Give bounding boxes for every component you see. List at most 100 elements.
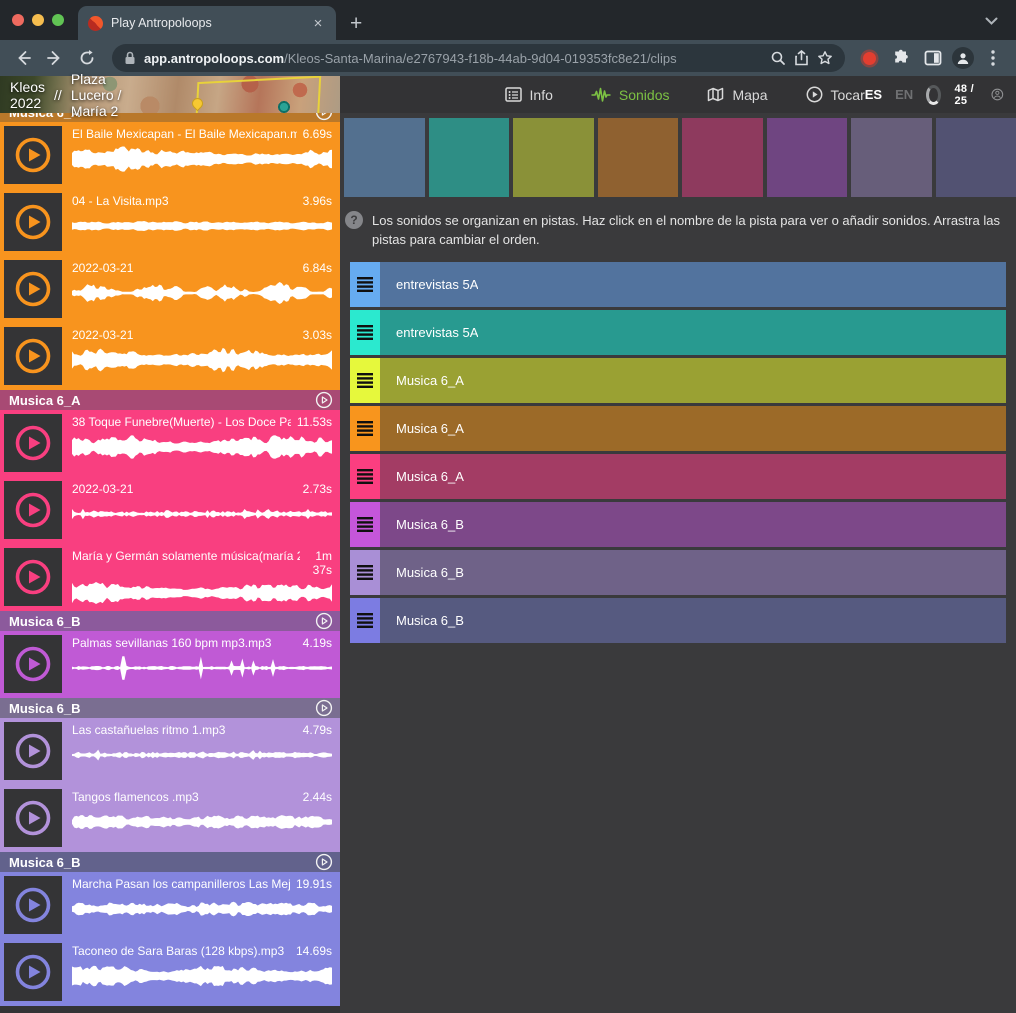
track-row[interactable]: Musica 6_A <box>350 358 1006 403</box>
track-drag-handle[interactable] <box>350 358 380 403</box>
clip-row[interactable]: Marcha Pasan los campanilleros Las Mejor… <box>0 872 340 939</box>
tab-close-icon[interactable]: × <box>310 16 326 31</box>
track-color-swatch[interactable] <box>936 118 1016 197</box>
section-play-icon[interactable] <box>315 113 333 121</box>
clip-row[interactable]: El Baile Mexicapan - El Baile Mexicapan.… <box>0 122 340 189</box>
section-play-icon[interactable] <box>315 391 333 409</box>
zoom-window-button[interactable] <box>52 14 64 26</box>
clip-play-button[interactable] <box>4 414 62 472</box>
section-play-button[interactable] <box>315 853 333 871</box>
track-color-swatch[interactable] <box>851 118 932 197</box>
clip-row[interactable]: Tangos flamencos .mp32.44s <box>0 785 340 852</box>
lang-es-button[interactable]: ES <box>865 87 882 102</box>
track-drag-handle[interactable] <box>350 262 380 307</box>
track-row-body[interactable]: entrevistas 5A <box>380 262 1006 307</box>
track-row[interactable]: Musica 6_B <box>350 502 1006 547</box>
track-row[interactable]: Musica 6_A <box>350 406 1006 451</box>
track-color-swatch[interactable] <box>513 118 594 197</box>
section-play-icon[interactable] <box>315 699 333 717</box>
track-row-body[interactable]: Musica 6_A <box>380 358 1006 403</box>
nav-tab-info[interactable]: Info <box>505 87 553 103</box>
clip-row[interactable]: Las castañuelas ritmo 1.mp34.79s <box>0 718 340 785</box>
section-play-icon[interactable] <box>315 612 333 630</box>
track-drag-handle[interactable] <box>350 550 380 595</box>
clip-play-button[interactable] <box>4 260 62 318</box>
track-row[interactable]: entrevistas 5A <box>350 310 1006 355</box>
track-section-header[interactable]: Musica 6_B <box>0 698 340 718</box>
clip-play-button[interactable] <box>4 481 62 539</box>
track-color-swatch[interactable] <box>344 118 425 197</box>
section-play-icon[interactable] <box>315 853 333 871</box>
track-row[interactable]: Musica 6_B <box>350 550 1006 595</box>
profile-avatar[interactable] <box>952 47 974 69</box>
clip-row[interactable]: 38 Toque Funebre(Muerte) - Los Doce Par.… <box>0 410 340 477</box>
extensions-puzzle-icon[interactable] <box>888 45 914 71</box>
clip-play-button[interactable] <box>4 548 62 606</box>
track-row-body[interactable]: Musica 6_B <box>380 502 1006 547</box>
track-row-body[interactable]: Musica 6_B <box>380 598 1006 643</box>
clip-row[interactable]: María y Germán solamente música(maría 2.… <box>0 544 340 611</box>
breadcrumb-page[interactable]: Plaza Lucero / María 2 <box>71 71 140 119</box>
clip-row[interactable]: Palmas sevillanas 160 bpm mp3.mp34.19s <box>0 631 340 698</box>
section-play-button[interactable] <box>315 612 333 630</box>
clip-play-button[interactable] <box>4 876 62 934</box>
track-color-swatch[interactable] <box>429 118 510 197</box>
clip-row[interactable]: 2022-03-212.73s <box>0 477 340 544</box>
section-play-button[interactable] <box>315 391 333 409</box>
minimize-window-button[interactable] <box>32 14 44 26</box>
waveform <box>72 499 332 529</box>
tab-search-chevron-icon[interactable] <box>985 12 998 30</box>
close-window-button[interactable] <box>12 14 24 26</box>
lock-icon[interactable] <box>124 51 136 65</box>
browser-menu-icon[interactable] <box>980 45 1006 71</box>
track-drag-handle[interactable] <box>350 454 380 499</box>
track-drag-handle[interactable] <box>350 406 380 451</box>
track-row[interactable]: Musica 6_B <box>350 598 1006 643</box>
address-bar[interactable]: app.antropoloops.com/Kleos-Santa-Marina/… <box>112 44 845 72</box>
clip-play-button[interactable] <box>4 722 62 780</box>
track-color-swatch[interactable] <box>767 118 848 197</box>
track-row-body[interactable]: Musica 6_A <box>380 454 1006 499</box>
track-row-body[interactable]: Musica 6_A <box>380 406 1006 451</box>
zoom-search-icon[interactable] <box>770 50 786 66</box>
browser-tab[interactable]: Play Antropoloops × <box>78 6 336 40</box>
reload-icon[interactable] <box>74 45 100 71</box>
track-color-swatch[interactable] <box>598 118 679 197</box>
track-color-swatch[interactable] <box>682 118 763 197</box>
forward-icon[interactable] <box>42 45 68 71</box>
track-drag-handle[interactable] <box>350 598 380 643</box>
section-play-button[interactable] <box>315 113 333 121</box>
track-section-header[interactable]: Musica 6_B <box>0 852 340 872</box>
new-tab-button[interactable]: + <box>350 13 362 34</box>
nav-tab-mapa[interactable]: Mapa <box>707 87 767 103</box>
clip-play-button[interactable] <box>4 327 62 385</box>
track-drag-handle[interactable] <box>350 502 380 547</box>
clip-play-button[interactable] <box>4 635 62 693</box>
clip-row[interactable]: 2022-03-216.84s <box>0 256 340 323</box>
track-row-body[interactable]: entrevistas 5A <box>380 310 1006 355</box>
section-play-button[interactable] <box>315 699 333 717</box>
track-row-body[interactable]: Musica 6_B <box>380 550 1006 595</box>
track-row[interactable]: entrevistas 5A <box>350 262 1006 307</box>
clip-play-button[interactable] <box>4 126 62 184</box>
track-row[interactable]: Musica 6_A <box>350 454 1006 499</box>
bookmark-star-icon[interactable] <box>817 50 833 66</box>
track-section-header[interactable]: Musica 6_B <box>0 611 340 631</box>
side-panel-icon[interactable] <box>920 45 946 71</box>
account-icon[interactable] <box>991 85 1004 104</box>
breadcrumb-project[interactable]: Kleos 2022 <box>10 79 45 111</box>
clip-play-button[interactable] <box>4 193 62 251</box>
back-icon[interactable] <box>10 45 36 71</box>
clip-row[interactable]: 04 - La Visita.mp33.96s <box>0 189 340 256</box>
track-section-header[interactable]: Musica 6_A <box>0 390 340 410</box>
clip-row[interactable]: 2022-03-213.03s <box>0 323 340 390</box>
clip-row[interactable]: Taconeo de Sara Baras (128 kbps).mp314.6… <box>0 939 340 1006</box>
clip-play-button[interactable] <box>4 943 62 1001</box>
lang-en-button[interactable]: EN <box>895 87 913 102</box>
share-icon[interactable] <box>794 50 809 66</box>
nav-tab-tocar[interactable]: Tocar <box>806 86 865 103</box>
clip-play-button[interactable] <box>4 789 62 847</box>
recording-indicator-icon[interactable] <box>863 52 876 65</box>
track-drag-handle[interactable] <box>350 310 380 355</box>
nav-tab-sonidos[interactable]: Sonidos <box>591 87 670 103</box>
